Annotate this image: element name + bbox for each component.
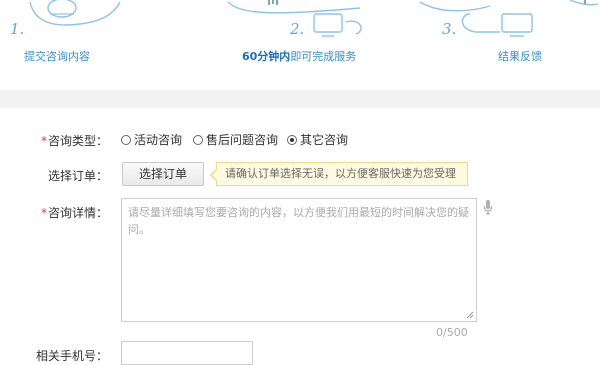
step-2-number: 2. xyxy=(290,20,305,38)
step-3-number: 3. xyxy=(442,20,457,38)
process-steps: 1. 提交咨询内容 2. 60分钟内即可完成服务 3. 结果反馈 xyxy=(0,0,600,90)
phone-label: 相关手机号： xyxy=(35,349,108,363)
details-placeholder: 请尽量详细填写您要咨询的内容，以方便我们用最短的时间解决您的疑问。 xyxy=(128,206,469,236)
step-2-caption: 60分钟内即可完成服务 xyxy=(242,48,356,64)
step-3-caption: 结果反馈 xyxy=(498,50,542,63)
order-label: 选择订单： xyxy=(47,169,108,183)
details-row: *咨询详情： 请尽量详细填写您要咨询的内容，以方便我们用最短的时间解决您的疑问。 xyxy=(0,198,600,322)
radio-circle-icon[interactable] xyxy=(121,134,131,145)
select-order-button[interactable]: 选择订单 xyxy=(122,162,204,186)
radio-checked-icon[interactable] xyxy=(287,134,297,145)
details-textarea[interactable]: 请尽量详细填写您要咨询的内容，以方便我们用最短的时间解决您的疑问。 xyxy=(121,198,477,322)
radio-activity-consult[interactable]: 活动咨询 xyxy=(121,131,182,148)
radio-circle-icon[interactable] xyxy=(193,134,203,145)
step-1: 1. 提交咨询内容 xyxy=(0,0,200,90)
radio-activity-label: 活动咨询 xyxy=(134,133,183,147)
step-2-caption-rest: 即可完成服务 xyxy=(290,50,357,63)
required-mark: * xyxy=(40,134,47,148)
step-1-caption: 提交咨询内容 xyxy=(24,50,90,63)
phone-input[interactable] xyxy=(121,341,253,365)
char-counter: 0/500 xyxy=(436,326,468,339)
step-2: 2. 60分钟内即可完成服务 xyxy=(200,0,400,90)
radio-after-sales-consult[interactable]: 售后问题咨询 xyxy=(193,131,278,148)
step-1-number: 1. xyxy=(10,20,25,38)
phone-row: 相关手机号： xyxy=(0,341,600,365)
radio-after-sales-label: 售后问题咨询 xyxy=(206,133,279,147)
step-3: 3. 结果反馈 xyxy=(400,0,600,90)
section-divider xyxy=(0,90,600,108)
counter-row: 0/500 xyxy=(0,326,600,340)
radio-other-label: 其它咨询 xyxy=(300,133,349,147)
details-label: *咨询详情： xyxy=(40,206,108,220)
order-tip: 请确认订单选择无误，以方便客服快速为您受理 xyxy=(210,162,468,186)
radio-other-consult[interactable]: 其它咨询 xyxy=(287,131,348,148)
order-row: 选择订单： 选择订单 请确认订单选择无误，以方便客服快速为您受理 xyxy=(0,162,600,186)
microphone-icon[interactable] xyxy=(483,200,493,216)
resize-grip-icon[interactable] xyxy=(466,311,474,319)
consult-type-row: *咨询类型： 活动咨询 售后问题咨询 其它咨询 xyxy=(0,131,600,149)
required-mark: * xyxy=(40,206,47,220)
step-2-caption-bold: 60分钟内 xyxy=(242,50,291,63)
consult-type-label: *咨询类型： xyxy=(40,134,108,148)
submit-illustration-icon xyxy=(29,0,121,26)
